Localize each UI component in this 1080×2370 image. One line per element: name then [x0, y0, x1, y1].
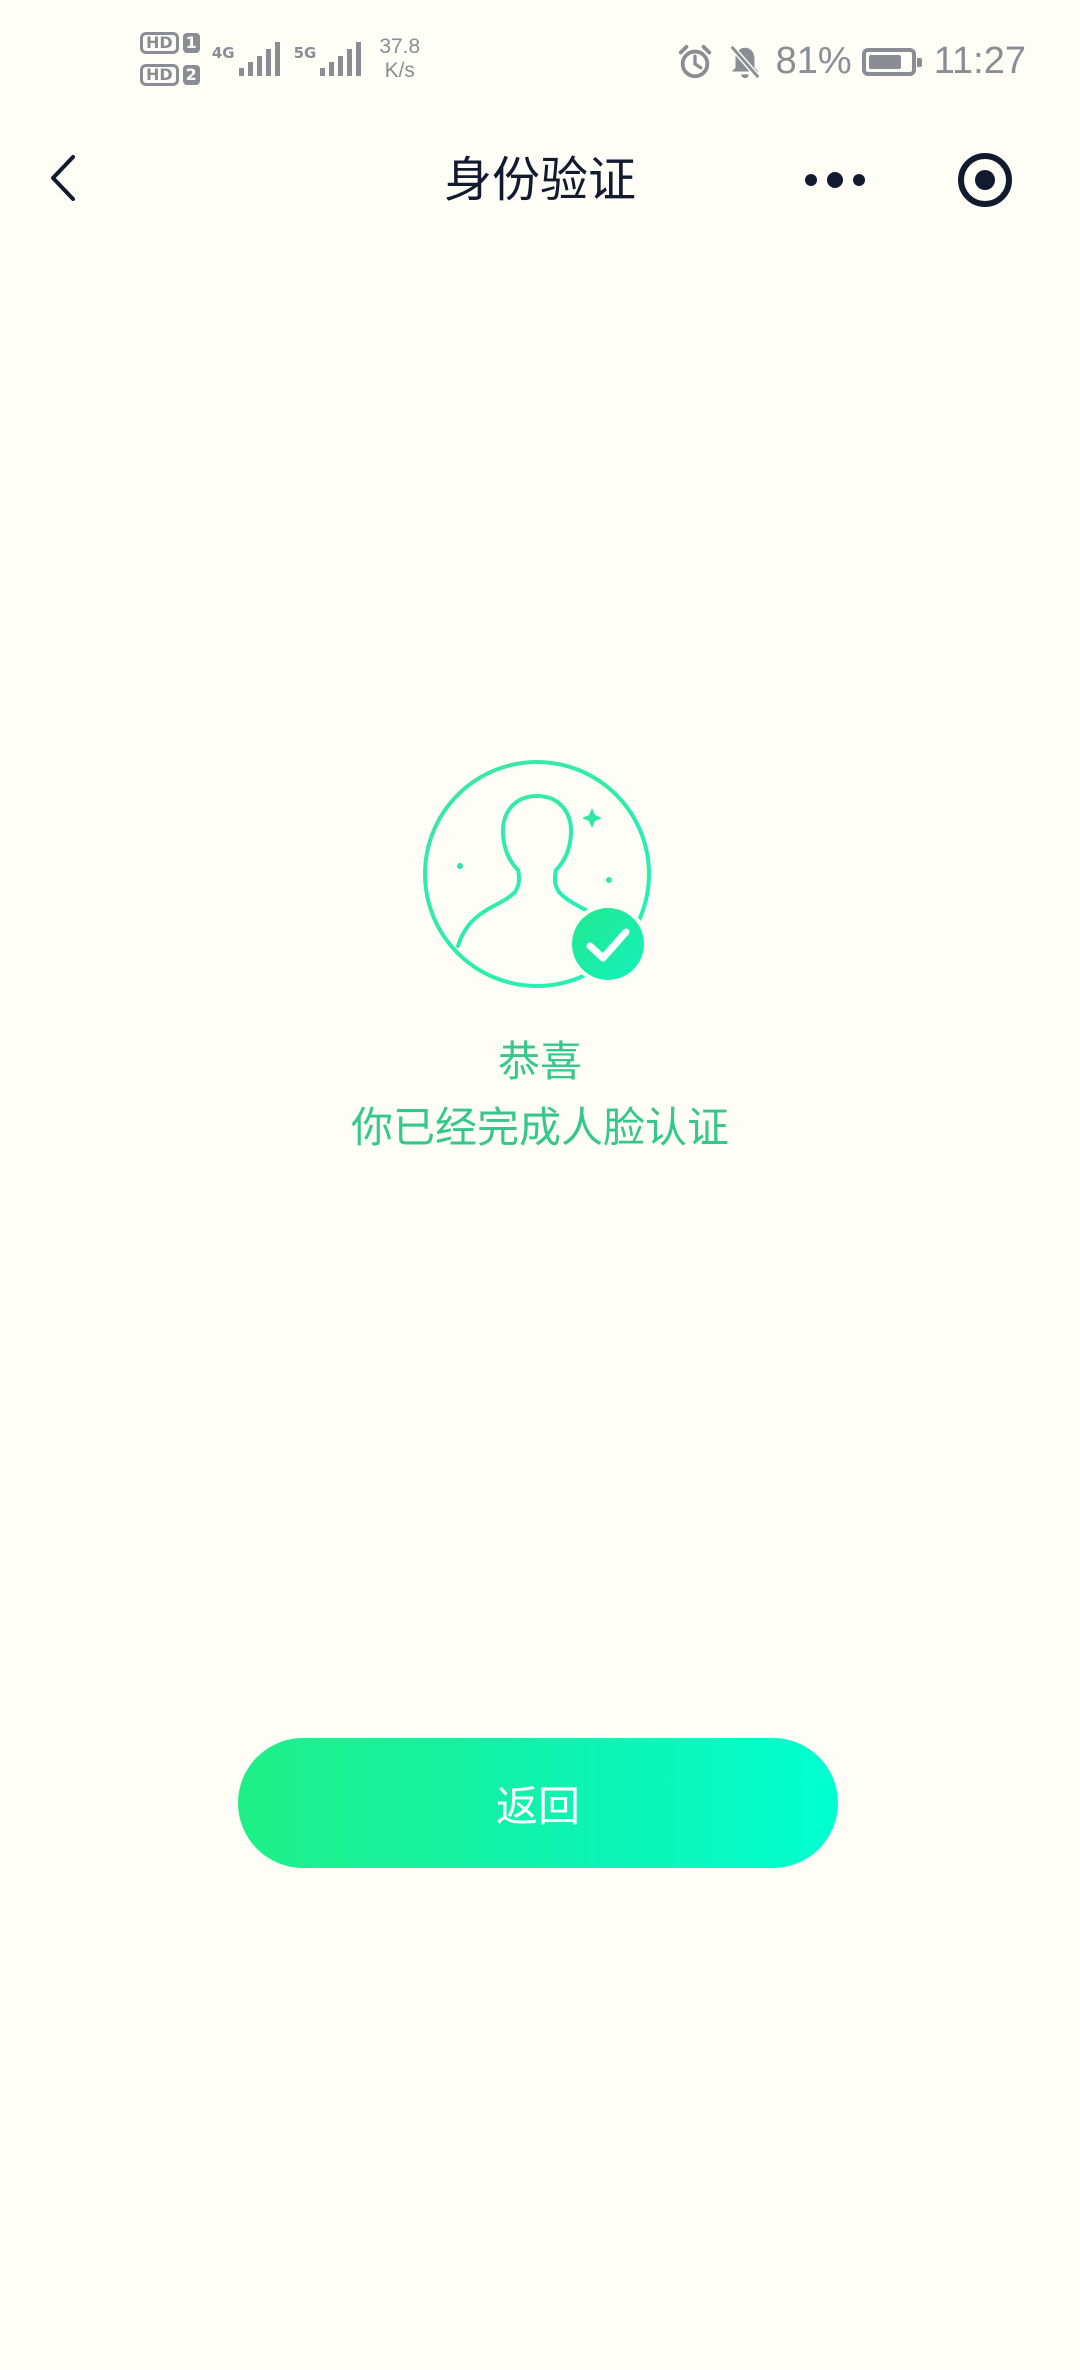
- success-heading: 恭喜: [497, 1037, 582, 1086]
- signal-group-2: 5G: [294, 42, 362, 76]
- signal-group-1: 4G: [212, 42, 280, 76]
- sim-number: 2: [182, 65, 200, 85]
- sim1-indicator: HD 1: [140, 32, 200, 54]
- network-speed-unit: K/s: [384, 59, 415, 82]
- network-speed: 37.8 K/s: [379, 35, 420, 83]
- more-options-button[interactable]: [800, 150, 870, 210]
- return-button[interactable]: 返回: [238, 1738, 838, 1868]
- sim2-indicator: HD 2: [140, 64, 200, 86]
- sim-indicators: HD 1 HD 2: [140, 32, 200, 86]
- battery-percentage: 81%: [775, 40, 852, 82]
- status-right-group: 81% 11:27: [676, 40, 1026, 83]
- navigation-bar: 身份验证: [0, 130, 1080, 230]
- page-title: 身份验证: [443, 152, 636, 208]
- battery-icon: [861, 47, 922, 76]
- battery-level-fill: [868, 54, 901, 69]
- face-verified-icon: [423, 760, 651, 988]
- bell-muted-icon: [729, 44, 761, 79]
- status-time: 11:27: [933, 40, 1026, 82]
- chevron-left-icon: [51, 155, 75, 201]
- status-bar: HD 1 HD 2 4G 5G 37.8 K/s 81% 11:27: [0, 0, 1080, 130]
- signal-strength-icon: [320, 42, 362, 76]
- status-left-group: HD 1 HD 2 4G 5G 37.8 K/s: [140, 32, 420, 86]
- more-dots-icon: [805, 172, 865, 188]
- hd-badge: HD: [140, 64, 179, 86]
- hd-badge: HD: [140, 32, 179, 54]
- success-message: 你已经完成人脸认证: [350, 1103, 729, 1152]
- network-type-label: 4G: [211, 44, 235, 62]
- record-target-icon: [958, 153, 1012, 207]
- network-speed-value: 37.8: [379, 35, 421, 58]
- close-miniprogram-button[interactable]: [950, 145, 1020, 215]
- sim-number: 1: [182, 33, 200, 53]
- network-type-label: 5G: [293, 44, 317, 62]
- alarm-clock-icon: [678, 44, 711, 78]
- back-button[interactable]: [32, 146, 92, 210]
- signal-strength-icon: [238, 42, 280, 76]
